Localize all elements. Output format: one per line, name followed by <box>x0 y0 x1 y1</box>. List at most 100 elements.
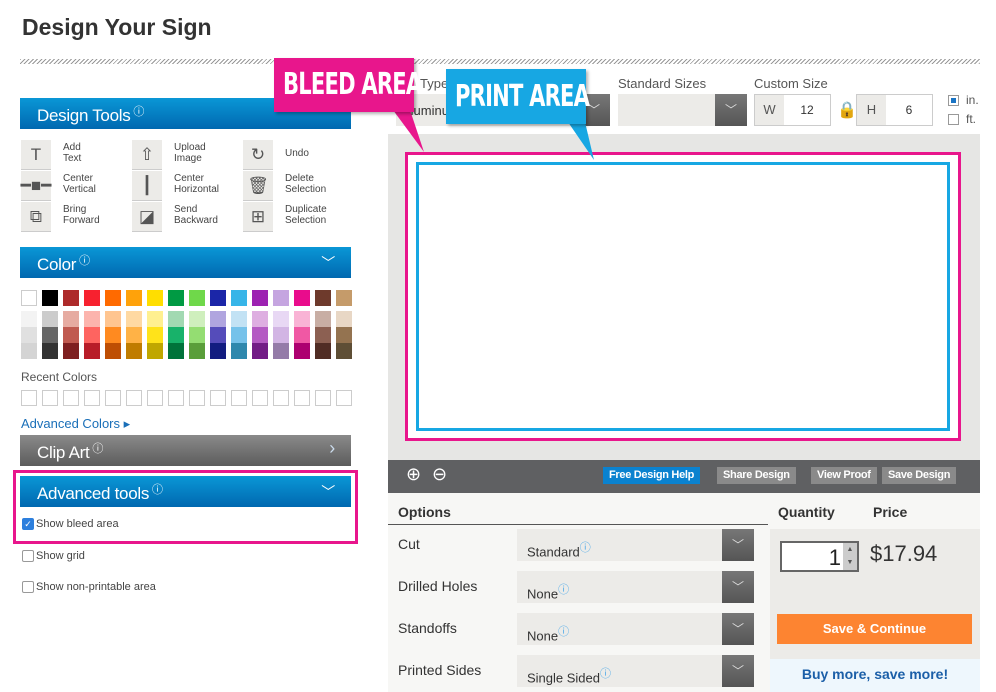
color-swatch[interactable] <box>105 290 121 306</box>
color-swatch[interactable] <box>168 311 184 327</box>
color-swatch[interactable] <box>210 311 226 327</box>
color-swatch[interactable] <box>147 290 163 306</box>
show-bleed-checkbox[interactable]: ✓ <box>22 518 34 530</box>
recent-color-slot[interactable] <box>147 390 163 406</box>
color-swatch[interactable] <box>273 343 289 359</box>
tool-duplicate[interactable]: ⊞ Duplicate Selection <box>243 202 348 232</box>
color-swatch[interactable] <box>21 290 37 306</box>
info-icon[interactable]: ⓘ <box>600 668 611 680</box>
color-swatch[interactable] <box>252 343 268 359</box>
view-proof-button[interactable]: View Proof <box>811 467 877 484</box>
color-swatch[interactable] <box>294 343 310 359</box>
info-icon[interactable]: ⓘ <box>79 255 90 267</box>
color-swatch[interactable] <box>84 343 100 359</box>
color-swatch[interactable] <box>273 311 289 327</box>
color-swatch[interactable] <box>42 343 58 359</box>
color-swatch[interactable] <box>63 290 79 306</box>
color-swatch[interactable] <box>231 327 247 343</box>
recent-color-slot[interactable] <box>315 390 331 406</box>
color-swatch[interactable] <box>21 343 37 359</box>
color-swatch[interactable] <box>126 343 142 359</box>
color-swatch[interactable] <box>210 343 226 359</box>
color-swatch[interactable] <box>21 327 37 343</box>
recent-color-slot[interactable] <box>168 390 184 406</box>
info-icon[interactable]: ⓘ <box>92 443 103 455</box>
recent-color-slot[interactable] <box>105 390 121 406</box>
color-swatch[interactable] <box>252 327 268 343</box>
color-swatch[interactable] <box>336 311 352 327</box>
tool-bring-forward[interactable]: ⧉ Bring Forward <box>21 202 126 232</box>
color-swatch[interactable] <box>336 343 352 359</box>
color-swatch[interactable] <box>147 327 163 343</box>
color-swatch[interactable] <box>84 311 100 327</box>
color-swatch[interactable] <box>231 311 247 327</box>
recent-color-slot[interactable] <box>336 390 352 406</box>
color-swatch[interactable] <box>126 327 142 343</box>
info-icon[interactable]: ⓘ <box>558 584 569 596</box>
color-swatch[interactable] <box>336 290 352 306</box>
recent-color-slot[interactable] <box>126 390 142 406</box>
color-swatch[interactable] <box>189 290 205 306</box>
color-swatch[interactable] <box>294 290 310 306</box>
color-swatch[interactable] <box>189 311 205 327</box>
color-swatch[interactable] <box>294 311 310 327</box>
info-icon[interactable]: ⓘ <box>580 542 591 554</box>
color-swatch[interactable] <box>189 327 205 343</box>
option-select[interactable]: Noneⓘ ﹀ <box>517 613 754 645</box>
free-design-help-button[interactable]: Free Design Help <box>603 467 701 484</box>
option-select[interactable]: Noneⓘ ﹀ <box>517 571 754 603</box>
color-swatch[interactable] <box>252 290 268 306</box>
color-swatch[interactable] <box>105 327 121 343</box>
quantity-input[interactable]: 1 ▲ ▼ <box>780 541 859 572</box>
color-swatch[interactable] <box>63 311 79 327</box>
color-swatch[interactable] <box>315 343 331 359</box>
color-swatch[interactable] <box>210 290 226 306</box>
color-swatch[interactable] <box>147 311 163 327</box>
save-design-button[interactable]: Save Design <box>882 467 957 484</box>
color-swatch[interactable] <box>273 290 289 306</box>
color-swatch[interactable] <box>210 327 226 343</box>
color-swatch[interactable] <box>231 343 247 359</box>
show-nonprint-checkbox[interactable] <box>22 581 34 593</box>
save-continue-button[interactable]: Save & Continue <box>777 614 972 644</box>
color-swatch[interactable] <box>84 290 100 306</box>
recent-color-slot[interactable] <box>63 390 79 406</box>
color-swatch[interactable] <box>168 343 184 359</box>
share-design-button[interactable]: Share Design <box>717 467 796 484</box>
info-icon[interactable]: ⓘ <box>152 484 163 496</box>
color-swatch[interactable] <box>105 343 121 359</box>
color-swatch[interactable] <box>147 343 163 359</box>
color-swatch[interactable] <box>63 343 79 359</box>
clip-art-header[interactable]: Clip Art ⓘ › <box>20 435 351 466</box>
color-swatch[interactable] <box>336 327 352 343</box>
recent-color-slot[interactable] <box>252 390 268 406</box>
color-swatch[interactable] <box>294 327 310 343</box>
recent-color-slot[interactable] <box>189 390 205 406</box>
recent-color-slot[interactable] <box>84 390 100 406</box>
color-swatch[interactable] <box>126 311 142 327</box>
recent-color-slot[interactable] <box>273 390 289 406</box>
color-swatch[interactable] <box>42 311 58 327</box>
color-swatch[interactable] <box>42 327 58 343</box>
color-swatch[interactable] <box>84 327 100 343</box>
zoom-in-icon[interactable]: ⊕ <box>406 464 421 485</box>
color-swatch[interactable] <box>168 290 184 306</box>
color-swatch[interactable] <box>126 290 142 306</box>
zoom-out-icon[interactable]: ⊖ <box>432 464 447 485</box>
advanced-colors-link[interactable]: Advanced Colors ▸ <box>21 416 130 432</box>
color-header[interactable]: Color ⓘ ﹀ <box>20 247 351 278</box>
recent-color-slot[interactable] <box>294 390 310 406</box>
color-swatch[interactable] <box>21 311 37 327</box>
color-swatch[interactable] <box>231 290 247 306</box>
advanced-tools-header[interactable]: Advanced tools ⓘ ﹀ <box>20 476 351 507</box>
recent-color-slot[interactable] <box>210 390 226 406</box>
show-grid-checkbox[interactable] <box>22 550 34 562</box>
buy-more-link[interactable]: Buy more, save more! <box>770 659 980 692</box>
print-area[interactable] <box>416 162 950 431</box>
color-swatch[interactable] <box>315 290 331 306</box>
tool-send-backward[interactable]: ◪ Send Backward <box>132 202 237 232</box>
recent-color-slot[interactable] <box>42 390 58 406</box>
color-swatch[interactable] <box>189 343 205 359</box>
option-select[interactable]: Single Sidedⓘ ﹀ <box>517 655 754 687</box>
color-swatch[interactable] <box>252 311 268 327</box>
